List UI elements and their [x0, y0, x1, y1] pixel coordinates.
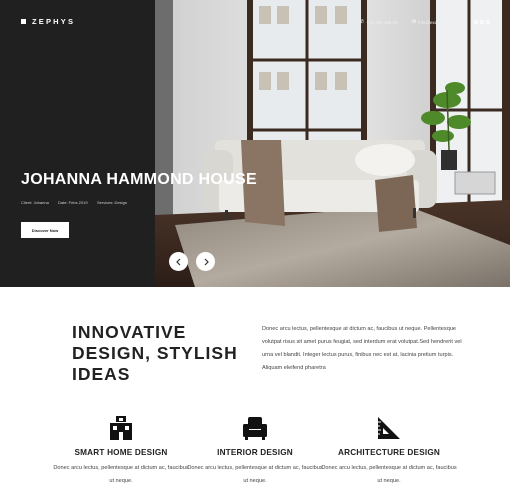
brand-name: ZEPHYS: [32, 17, 76, 26]
service-interior: INTERIOR DESIGN Donec arcu lectus, pelle…: [185, 414, 325, 486]
house-icon: [110, 416, 132, 440]
email-address: info@example.com: [418, 19, 457, 25]
intro-title-line: IDEAS: [72, 364, 131, 384]
intro-title-line: INNOVATIVE: [72, 322, 187, 342]
service-text: Donec arcu lectus, pellentesque at dictu…: [187, 465, 323, 484]
phone-number: +44 256 456 00: [366, 19, 398, 25]
intro-paragraph: Donec arcu lectus, pellentesque at dictu…: [262, 326, 462, 371]
menu-dot: [474, 20, 478, 24]
hero-dark-panel: [0, 0, 155, 287]
discover-now-button[interactable]: Discover Now: [21, 222, 69, 238]
service-title: SMART HOME DESIGN: [74, 448, 168, 457]
hero-date: Date: Febs 2019: [58, 200, 88, 205]
header-email[interactable]: ✉ info@example.com: [412, 19, 457, 25]
menu-dot: [486, 20, 490, 24]
service-smart-home: SMART HOME DESIGN Donec arcu lectus, pel…: [51, 414, 191, 486]
service-title: ARCHITECTURE DESIGN: [337, 448, 441, 457]
header-phone[interactable]: ✆ +44 256 456 00: [360, 19, 398, 25]
brand-square-icon: [21, 19, 26, 24]
intro-title: INNOVATIVE DESIGN, STYLISH IDEAS: [72, 322, 238, 385]
slider-next-button[interactable]: [196, 252, 215, 271]
brand-logo[interactable]: ZEPHYS: [21, 17, 75, 26]
mail-icon: ✉: [412, 19, 417, 25]
intro-title-line: DESIGN, STYLISH: [72, 343, 238, 363]
service-text: Donec arcu lectus, pellentesque at dictu…: [53, 465, 189, 484]
chevron-left-icon: [175, 258, 180, 265]
hero-photo-living-room: [155, 0, 510, 287]
dots-menu-icon[interactable]: [474, 20, 490, 24]
hero-client: Client: Johanna: [21, 200, 49, 205]
chevron-right-icon: [204, 258, 209, 265]
service-architecture: ARCHITECTURE DESIGN Donec arcu lectus, p…: [319, 414, 459, 486]
menu-dot: [480, 20, 484, 24]
phone-icon: ✆: [360, 19, 365, 25]
living-room-image: [155, 0, 510, 287]
hero-section: ZEPHYS ✆ +44 256 456 00 ✉ info@example.c…: [0, 0, 510, 287]
set-square-icon: [378, 417, 400, 439]
service-text: Donec arcu lectus, pellentesque at dictu…: [321, 465, 457, 484]
hero-title: JOHANNA HAMMOND HOUSE: [21, 171, 257, 188]
slider-prev-button[interactable]: [169, 252, 188, 271]
hero-services: Services: Design: [97, 200, 128, 205]
service-title: INTERIOR DESIGN: [217, 448, 293, 457]
armchair-icon: [243, 417, 267, 440]
